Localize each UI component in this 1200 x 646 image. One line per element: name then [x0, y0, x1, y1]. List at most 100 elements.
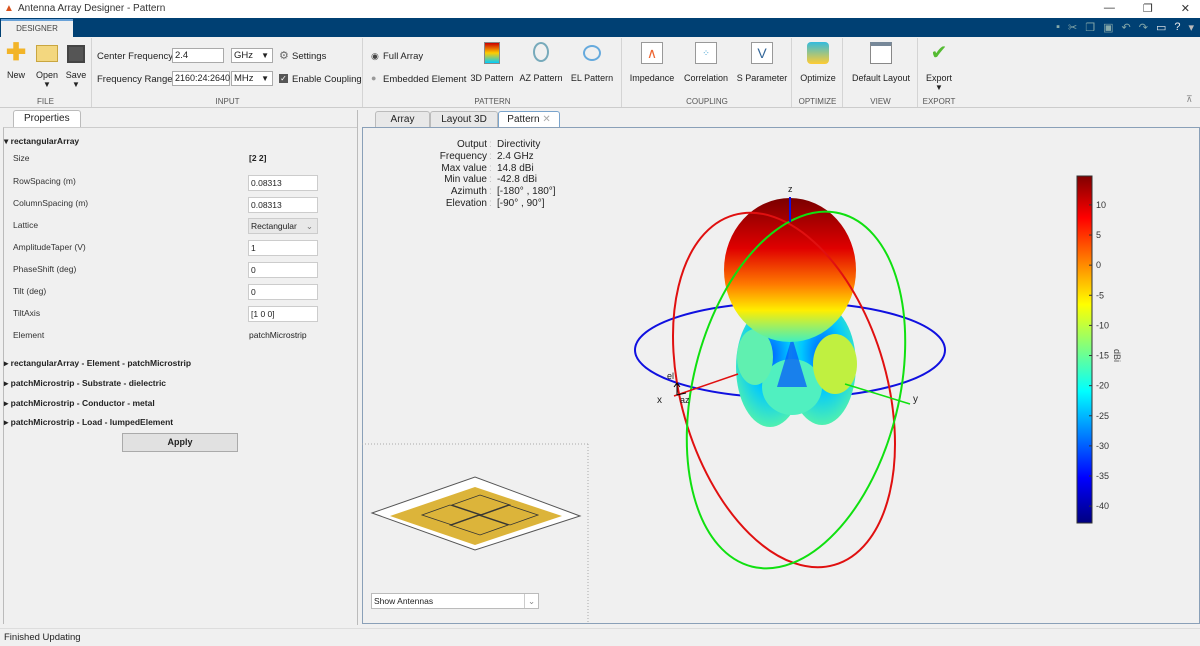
impedance-icon: ∧ [641, 42, 663, 64]
section-element[interactable]: ▸ rectangularArray - Element - patchMicr… [4, 358, 191, 369]
enable-coupling-checkbox[interactable]: ✓ [279, 74, 288, 83]
colorbar-tick-label: -20 [1096, 381, 1109, 391]
colorbar-tick-label: -40 [1096, 501, 1109, 511]
file-group: ✚ New Open ▼ Save ▼ FILE [0, 38, 92, 107]
close-button[interactable]: ✕ [1181, 2, 1190, 15]
az-pattern-button[interactable]: AZ Pattern [518, 42, 564, 83]
view-group: Default Layout VIEW [844, 38, 918, 107]
center-frequency-unit-select[interactable]: GHz ▼ [231, 48, 273, 63]
tab-array[interactable]: Array [375, 111, 430, 127]
tab-properties[interactable]: Properties [13, 110, 81, 127]
optimize-button[interactable]: Optimize [795, 42, 841, 83]
optimize-icon [807, 42, 829, 64]
section-load[interactable]: ▸ patchMicrostrip - Load - lumpedElement [4, 417, 173, 428]
3d-pattern-plot[interactable]: z z x y el az 1050-5-10-15-20-25-30-35-4… [362, 127, 1200, 624]
tab-designer[interactable]: DESIGNER [1, 19, 73, 37]
window-title: Antenna Array Designer - Pattern [18, 3, 166, 14]
info-value: 14.8 dBi [497, 162, 534, 174]
3d-pattern-button[interactable]: 3D Pattern [469, 42, 515, 83]
frequency-range-input[interactable]: 2160:24:2640 [172, 71, 230, 86]
phase-shift-input[interactable]: 0 [248, 262, 318, 278]
copy-icon[interactable]: ❐ [1085, 21, 1095, 34]
info-key: Min value [444, 174, 487, 186]
el-label: el [667, 371, 674, 381]
section-rectangular-array[interactable]: ▾ rectangularArray [4, 136, 79, 147]
export-button[interactable]: ✔ Export ▼ [921, 42, 957, 92]
title-bar: ▲ Antenna Array Designer - Pattern — ❐ ✕ [0, 0, 1200, 18]
save-icon[interactable]: ▪ [1056, 21, 1060, 34]
show-antennas-select[interactable]: Show Antennas ⌄ [371, 593, 539, 609]
collapse-ribbon-icon[interactable]: ⊼ [1186, 94, 1193, 105]
default-layout-button[interactable]: Default Layout [848, 42, 914, 83]
s-parameter-button[interactable]: VS Parameter [734, 42, 790, 83]
redo-icon[interactable]: ↷ [1139, 21, 1148, 34]
new-button[interactable]: ✚ New [4, 39, 28, 81]
coupling-group: ∧ Impedance ⁘ Correlation VS Parameter COU… [623, 38, 792, 107]
el-pattern-icon [583, 45, 601, 61]
status-bar: Finished Updating [0, 628, 1200, 645]
save-button[interactable]: Save ▼ [64, 42, 88, 89]
colorbar-tick-label: -5 [1096, 290, 1104, 300]
section-substrate[interactable]: ▸ patchMicrostrip - Substrate - dielectr… [4, 378, 166, 389]
element-value: patchMicrostrip [249, 330, 307, 340]
cut-icon[interactable]: ✂ [1068, 21, 1077, 34]
export-group: ✔ Export ▼ EXPORT [921, 42, 957, 106]
colorbar-tick-label: 0 [1096, 260, 1101, 270]
radiation-pattern-surface [724, 198, 857, 427]
colorbar-tick-label: -35 [1096, 471, 1109, 481]
lattice-select[interactable]: Rectangular ⌄ [248, 218, 318, 234]
input-group: Center Frequency 2.4 GHz ▼ ⚙ Settings Fre… [93, 38, 363, 107]
menu-icon[interactable]: ▾ [1188, 21, 1194, 34]
impedance-button[interactable]: ∧ Impedance [625, 42, 679, 83]
info-separator: : [489, 162, 492, 174]
info-key: Azimuth [450, 186, 487, 198]
correlation-button[interactable]: ⁘ Correlation [680, 42, 732, 83]
toolstrip-tab-bar [0, 18, 1200, 37]
row-spacing-input[interactable]: 0.08313 [248, 175, 318, 191]
colorbar [1076, 175, 1093, 524]
el-pattern-button[interactable]: EL Pattern [569, 42, 615, 83]
full-array-radio[interactable]: ◉ [371, 51, 379, 62]
colorbar-tick-label: -10 [1096, 320, 1109, 330]
info-separator: : [489, 186, 492, 198]
settings-button[interactable]: Settings [292, 51, 326, 62]
restore-button[interactable]: ❐ [1143, 2, 1153, 15]
help-icon[interactable]: ? [1174, 21, 1180, 34]
close-tab-icon[interactable]: ✕ [542, 114, 550, 125]
tab-layout-3d[interactable]: Layout 3D [430, 111, 498, 127]
tilt-axis-input[interactable]: [1 0 0] [248, 306, 318, 322]
floppy-icon [67, 45, 85, 63]
colorbar-tick-label: 5 [1096, 230, 1101, 240]
plus-icon: ✚ [5, 39, 27, 66]
amplitude-taper-input[interactable]: 1 [248, 240, 318, 256]
s-parameter-icon: V [751, 42, 773, 64]
open-button[interactable]: Open ▼ [34, 42, 60, 89]
az-label: az [680, 395, 690, 405]
az-pattern-icon [533, 42, 549, 62]
info-value: Directivity [497, 139, 541, 150]
column-spacing-input[interactable]: 0.08313 [248, 197, 318, 213]
info-separator: : [489, 198, 492, 209]
matlab-logo-icon: ▲ [4, 3, 14, 14]
section-conductor[interactable]: ▸ patchMicrostrip - Conductor - metal [4, 398, 155, 409]
embedded-element-radio[interactable]: ● [371, 73, 376, 83]
folder-icon [36, 45, 58, 62]
3d-pattern-icon [484, 42, 500, 64]
info-value: [-90° , 90°] [497, 198, 545, 209]
info-key: Max value [441, 162, 487, 174]
antenna-array-preview [370, 476, 582, 551]
tilt-input[interactable]: 0 [248, 284, 318, 300]
y-axis-label: y [913, 394, 918, 405]
apply-button[interactable]: Apply [122, 433, 238, 452]
undo-icon[interactable]: ↶ [1122, 21, 1131, 34]
tab-pattern[interactable]: Pattern ✕ [498, 111, 560, 127]
pattern-group: ◉ Full Array ● Embedded Element 3D Patte… [364, 38, 622, 107]
colorbar-tick-label: -15 [1096, 351, 1109, 361]
center-frequency-input[interactable]: 2.4 [172, 48, 224, 63]
frequency-range-unit-select[interactable]: MHz ▼ [231, 71, 273, 86]
paste-icon[interactable]: ▣ [1103, 21, 1113, 34]
minimize-button[interactable]: — [1104, 2, 1115, 15]
info-separator: : [489, 139, 492, 150]
window-icon[interactable]: ▭ [1156, 21, 1166, 34]
colorbar-tick-label: -25 [1096, 411, 1109, 421]
